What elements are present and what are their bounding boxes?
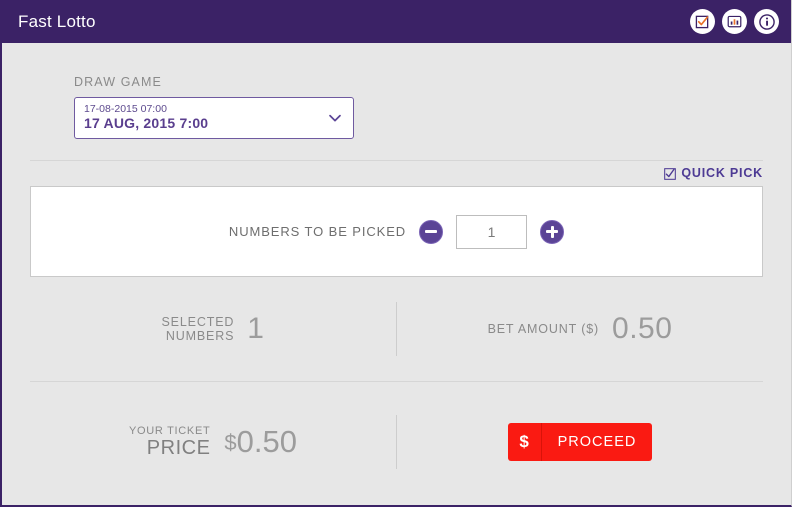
fast-lotto-window: Fast Lotto DRAW GAME 17-08-2015 07:00 17…	[0, 0, 792, 507]
quick-pick-toggle[interactable]: QUICK PICK	[30, 161, 763, 186]
draw-game-display: 17 AUG, 2015 7:00	[84, 115, 209, 132]
dollar-icon: $	[508, 423, 542, 461]
bet-amount-value: 0.50	[612, 312, 673, 345]
draw-game-select-value: 17-08-2015 07:00 17 AUG, 2015 7:00	[84, 104, 208, 131]
selected-numbers-label-line1: SELECTED	[161, 314, 235, 329]
app-body: DRAW GAME 17-08-2015 07:00 17 AUG, 2015 …	[2, 43, 791, 505]
numbers-picker-group: NUMBERS TO BE PICKED	[228, 214, 565, 249]
app-header: Fast Lotto	[2, 0, 791, 43]
proceed-button-label: PROCEED	[557, 434, 637, 450]
price-row: YOUR TICKET PRICE $0.50 $ PROCEED	[30, 382, 763, 502]
draw-game-block: DRAW GAME 17-08-2015 07:00 17 AUG, 2015 …	[30, 43, 763, 139]
plus-icon-vertical	[550, 225, 554, 238]
ticket-price-currency: $	[224, 430, 237, 455]
ticket-check-icon[interactable]	[690, 9, 715, 34]
minus-icon	[425, 230, 438, 233]
selected-numbers-value: 1	[247, 312, 265, 345]
draw-game-label: DRAW GAME	[74, 75, 162, 89]
quick-pick-checkbox-icon[interactable]	[664, 167, 677, 180]
ticket-price-value: $0.50	[224, 424, 297, 460]
ticket-price-label-small: YOUR TICKET	[128, 424, 211, 437]
numbers-to-be-picked-input[interactable]	[456, 214, 528, 249]
numbers-to-be-picked-label: NUMBERS TO BE PICKED	[228, 224, 407, 239]
summary-row: SELECTED NUMBERS 1 BET AMOUNT ($) 0.50	[30, 277, 763, 381]
info-icon[interactable]	[754, 9, 779, 34]
ticket-price-label-big: PRICE	[146, 436, 211, 459]
numbers-picker-card: NUMBERS TO BE PICKED	[30, 186, 763, 277]
ticket-price-cell: YOUR TICKET PRICE $0.50	[30, 424, 396, 460]
quick-pick-label: QUICK PICK	[681, 166, 763, 180]
bet-amount-cell: BET AMOUNT ($) 0.50	[397, 312, 763, 346]
ticket-price-amount: 0.50	[236, 424, 298, 459]
proceed-cell: $ PROCEED	[397, 423, 763, 461]
selected-numbers-label-line2: NUMBERS	[165, 329, 235, 343]
decrement-numbers-button[interactable]	[419, 219, 444, 244]
bet-amount-label: BET AMOUNT ($)	[487, 322, 600, 336]
chevron-down-icon	[327, 110, 343, 126]
selected-numbers-cell: SELECTED NUMBERS 1	[30, 312, 396, 346]
selected-numbers-label: SELECTED NUMBERS	[162, 315, 235, 344]
draw-game-select[interactable]: 17-08-2015 07:00 17 AUG, 2015 7:00	[74, 97, 354, 139]
app-title: Fast Lotto	[18, 11, 96, 31]
ticket-price-label: YOUR TICKET PRICE	[129, 425, 210, 460]
proceed-button[interactable]: $ PROCEED	[507, 423, 653, 461]
results-chart-icon[interactable]	[722, 9, 747, 34]
increment-numbers-button[interactable]	[540, 219, 565, 244]
header-icon-group	[690, 9, 779, 34]
